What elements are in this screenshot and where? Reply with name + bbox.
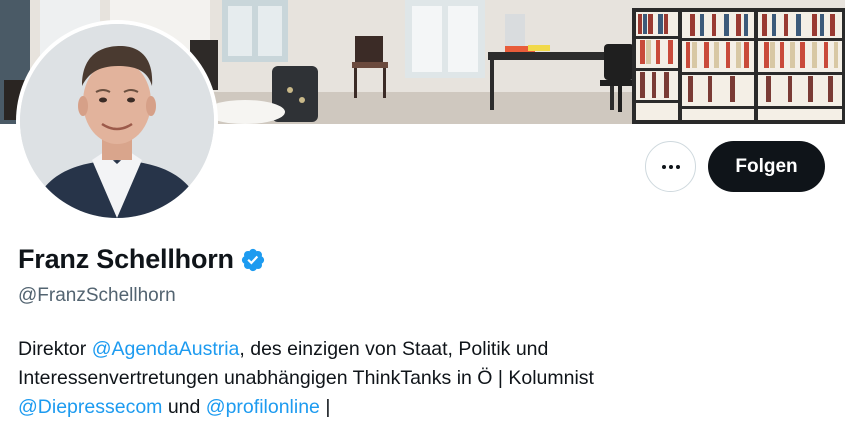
follow-button[interactable]: Folgen (708, 141, 825, 192)
more-options-button[interactable] (645, 141, 696, 192)
bio-text: Interessenvertretungen unabhängigen Thin… (18, 367, 594, 389)
verified-badge-icon[interactable] (240, 247, 266, 273)
more-horizontal-icon (661, 164, 680, 169)
mention-link-agendaaustria[interactable]: @AgendaAustria (92, 338, 240, 360)
avatar[interactable] (20, 24, 214, 218)
avatar-border (16, 20, 218, 222)
profile-handle: @FranzSchellhorn (18, 285, 176, 306)
avatar-image (20, 24, 214, 218)
bio-text: , des einzigen von Staat, Politik und (239, 338, 549, 360)
bio-text: | (319, 396, 331, 418)
profile-name-row: Franz Schellhorn (18, 244, 266, 275)
display-name: Franz Schellhorn (18, 244, 234, 274)
profile-bio: Direktor @AgendaAustria, des einzigen vo… (18, 335, 838, 422)
bio-text: und (162, 396, 206, 418)
mention-link-diepressecom[interactable]: @Diepressecom (18, 396, 162, 418)
bio-text: Direktor (18, 338, 92, 360)
mention-link-profilonline[interactable]: @profilonline (206, 396, 320, 418)
